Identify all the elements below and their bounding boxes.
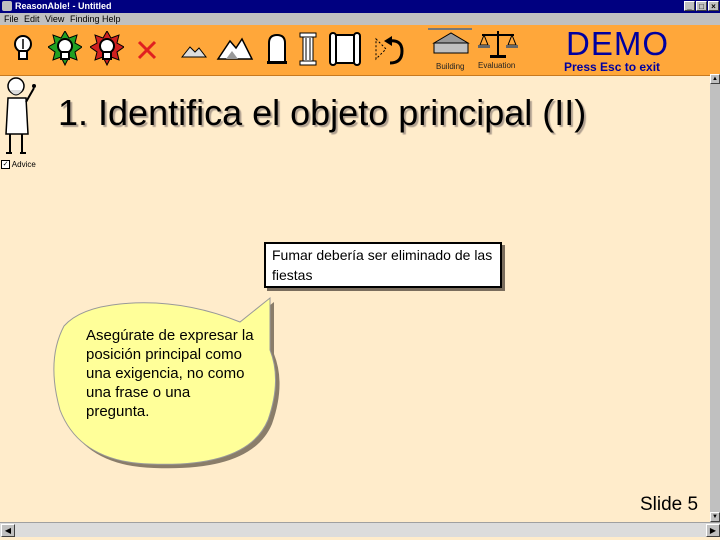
horizontal-scrollbar[interactable]: ◀ ▶: [0, 522, 720, 537]
slide-number: Slide 5: [640, 494, 699, 515]
scroll-left-arrow[interactable]: ◀: [1, 524, 15, 537]
bubble-text: Asegúrate de expresar la posición princi…: [86, 327, 254, 420]
scroll-right-arrow[interactable]: ▶: [706, 524, 720, 537]
claim-box[interactable]: Fumar debería ser eliminado de las fiest…: [264, 242, 502, 288]
